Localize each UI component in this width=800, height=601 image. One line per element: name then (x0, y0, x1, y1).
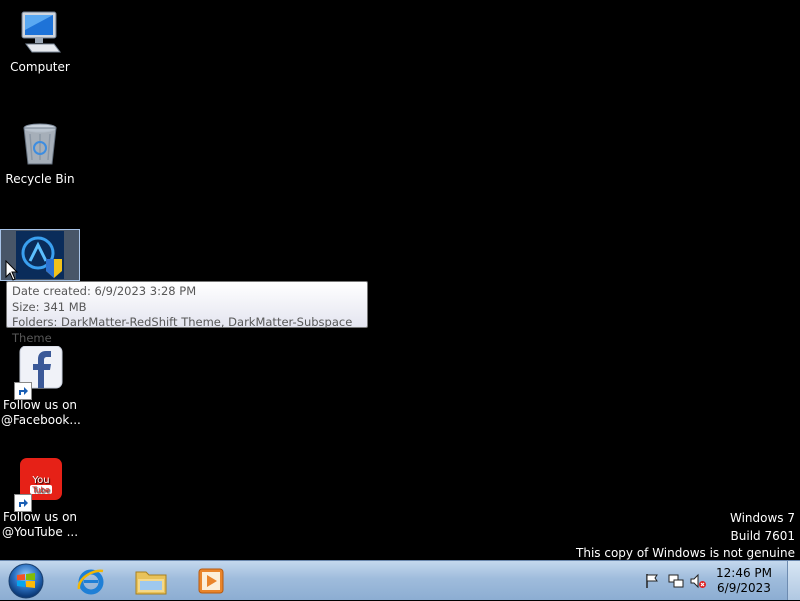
desktop[interactable]: Computer Recycle Bin Follow us on @Faceb… (0, 0, 800, 560)
watermark-line1: Windows 7 (729, 511, 795, 525)
file-info-tooltip: Date created: 6/9/2023 3:28 PM Size: 341… (6, 281, 368, 345)
computer-icon (16, 8, 64, 56)
tooltip-date-created: Date created: 6/9/2023 3:28 PM (12, 284, 197, 298)
desktop-icon-label-line2: @YouTube ... (1, 525, 79, 539)
taskbar-internet-explorer-button[interactable] (64, 563, 118, 599)
desktop-icon-computer[interactable]: Computer (1, 8, 79, 75)
taskbar-clock[interactable]: 12:46 PM 6/9/2023 (714, 566, 774, 596)
facebook-icon (14, 345, 64, 400)
recycle-bin-icon (16, 120, 64, 168)
mouse-cursor-icon (5, 259, 19, 282)
taskbar-windows-explorer-button[interactable] (124, 563, 178, 599)
svg-text:Tube: Tube (31, 486, 50, 495)
internet-explorer-icon (77, 569, 104, 595)
desktop-icon-label-line1: Follow us on (2, 398, 78, 412)
shortcut-arrow-icon (14, 382, 32, 400)
desktop-icon-label: Recycle Bin (5, 172, 75, 186)
media-player-icon (198, 568, 224, 594)
watermark-line2: Build 7601 (730, 528, 795, 543)
desktop-icon-facebook[interactable]: Follow us on @Facebook... (1, 345, 81, 428)
tooltip-size: Size: 341 MB (12, 299, 87, 314)
system-tray: 12:46 PM 6/9/2023 (630, 561, 800, 601)
clock-time: 12:46 PM (716, 566, 772, 580)
taskbar-media-player-button[interactable] (184, 563, 238, 599)
tooltip-folders: Folders: DarkMatter-RedShift Theme, Dark… (12, 315, 353, 345)
youtube-icon: You Tube (14, 458, 64, 512)
desktop-icon-label-line2: @Facebook... (1, 413, 81, 427)
action-center-flag-icon[interactable] (644, 573, 660, 589)
show-desktop-button[interactable] (787, 561, 800, 600)
start-button[interactable] (0, 563, 52, 599)
svg-text:You: You (31, 475, 49, 486)
desktop-icon-label: Computer (10, 60, 70, 74)
theme-installer-icon (16, 231, 64, 279)
desktop-icon-label-line1: Follow us on (2, 510, 78, 524)
desktop-icon-youtube[interactable]: You Tube Follow us on @YouTube ... (1, 458, 79, 540)
taskbar: 12:46 PM 6/9/2023 (0, 560, 800, 600)
windows-orb-icon (8, 563, 44, 599)
clock-date: 6/9/2023 (717, 581, 771, 595)
desktop-icon-recycle-bin[interactable]: Recycle Bin (1, 120, 79, 187)
shortcut-arrow-icon (14, 494, 32, 512)
volume-muted-icon[interactable] (690, 573, 706, 589)
windows-watermark: Windows 7 Build 7601 This copy of Window… (576, 510, 795, 563)
network-icon[interactable] (668, 573, 684, 589)
folder-icon (135, 571, 167, 595)
